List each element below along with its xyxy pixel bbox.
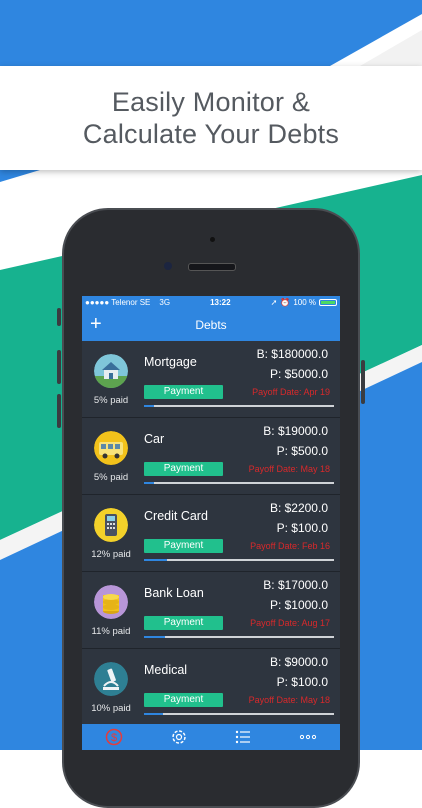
debt-name: Mortgage: [144, 355, 197, 369]
paid-percent: 10% paid: [91, 703, 131, 714]
debt-list: 5% paid Mortgage B: $180000.0 P: $5000.0…: [82, 341, 340, 726]
debt-balance: B: $2200.0: [269, 501, 328, 515]
house-icon: [94, 354, 128, 388]
debt-name: Car: [144, 432, 165, 446]
mute-switch: [57, 308, 61, 326]
payment-button[interactable]: Payment: [144, 539, 223, 553]
debt-payment-amount: P: $500.0: [276, 444, 328, 458]
headline-line-1: Easily Monitor &: [111, 87, 311, 117]
debt-row-medical[interactable]: 10% paid Medical B: $9000.0 P: $100.0 Pa…: [82, 649, 340, 726]
debt-balance: B: $19000.0: [263, 424, 328, 438]
tab-settings[interactable]: [169, 727, 189, 747]
svg-text:$: $: [111, 732, 117, 744]
debt-balance: B: $17000.0: [263, 578, 328, 592]
tab-more[interactable]: [298, 727, 318, 747]
progress-bar: [144, 482, 334, 484]
more-icon: [299, 734, 316, 740]
progress-bar: [144, 405, 334, 407]
progress-fill: [144, 636, 165, 638]
microscope-icon: [94, 662, 128, 696]
payoff-date: Payoff Date: Apr 19: [252, 387, 330, 397]
battery-percent: 100 %: [293, 298, 316, 307]
payoff-date: Payoff Date: May 18: [248, 695, 330, 705]
coins-icon: [94, 585, 128, 619]
tab-bar: $: [82, 724, 340, 750]
payment-button[interactable]: Payment: [144, 616, 223, 630]
debt-row-bank-loan[interactable]: 11% paid Bank Loan B: $17000.0 P: $1000.…: [82, 572, 340, 649]
debt-payment-amount: P: $1000.0: [269, 598, 328, 612]
location-icon: ➚: [270, 298, 278, 307]
progress-fill: [144, 713, 163, 715]
tab-list[interactable]: [233, 727, 253, 747]
nav-title: Debts: [195, 318, 227, 332]
payoff-date: Payoff Date: Feb 16: [250, 541, 330, 551]
clock: 13:22: [210, 298, 231, 307]
volume-up-button: [57, 350, 61, 384]
progress-fill: [144, 405, 154, 407]
progress-bar: [144, 559, 334, 561]
card-terminal-icon: [94, 508, 128, 542]
gear-icon: [172, 730, 186, 744]
debt-balance: B: $180000.0: [256, 347, 328, 361]
debt-balance: B: $9000.0: [269, 655, 328, 669]
status-bar: ●●●●● Telenor SE 3G 13:22 ➚ ⏰ 100 %: [82, 296, 340, 309]
paid-percent: 12% paid: [91, 549, 131, 560]
debt-row-car[interactable]: 5% paid Car B: $19000.0 P: $500.0 Paymen…: [82, 418, 340, 495]
paid-percent: 5% paid: [93, 395, 129, 406]
sensor-dot: [210, 237, 215, 242]
list-icon: [236, 730, 251, 744]
battery-icon: [319, 299, 337, 306]
nav-bar: + Debts: [82, 309, 340, 341]
progress-bar: [144, 636, 334, 638]
payment-button[interactable]: Payment: [144, 462, 223, 476]
power-button: [361, 360, 365, 404]
progress-bar: [144, 713, 334, 715]
paid-percent: 11% paid: [91, 626, 131, 637]
debt-row-mortgage[interactable]: 5% paid Mortgage B: $180000.0 P: $5000.0…: [82, 341, 340, 418]
headline-line-2: Calculate Your Debts: [82, 119, 340, 149]
payoff-date: Payoff Date: Aug 17: [250, 618, 330, 628]
app-screen: ●●●●● Telenor SE 3G 13:22 ➚ ⏰ 100 % + De…: [82, 296, 340, 750]
volume-down-button: [57, 394, 61, 428]
headline-banner: Easily Monitor & Calculate Your Debts: [0, 66, 422, 170]
network-label: 3G: [159, 298, 171, 307]
debt-payment-amount: P: $100.0: [276, 675, 328, 689]
earpiece-speaker: [188, 263, 236, 271]
progress-fill: [144, 482, 154, 484]
front-camera: [164, 262, 172, 270]
add-debt-button[interactable]: +: [90, 313, 102, 335]
debt-name: Bank Loan: [144, 586, 204, 600]
dollar-icon: $: [106, 728, 123, 746]
bus-icon: [94, 431, 128, 465]
payment-button[interactable]: Payment: [144, 385, 223, 399]
progress-fill: [144, 559, 167, 561]
payment-button[interactable]: Payment: [144, 693, 223, 707]
debt-payment-amount: P: $5000.0: [269, 367, 328, 381]
alarm-icon: ⏰: [280, 298, 291, 307]
debt-name: Credit Card: [144, 509, 208, 523]
debt-row-credit-card[interactable]: 12% paid Credit Card B: $2200.0 P: $100.…: [82, 495, 340, 572]
payoff-date: Payoff Date: May 18: [248, 464, 330, 474]
debt-name: Medical: [144, 663, 188, 677]
debt-payment-amount: P: $100.0: [276, 521, 328, 535]
paid-percent: 5% paid: [93, 472, 129, 483]
carrier-label: ●●●●● Telenor SE: [85, 298, 151, 307]
tab-debts[interactable]: $: [104, 727, 124, 747]
